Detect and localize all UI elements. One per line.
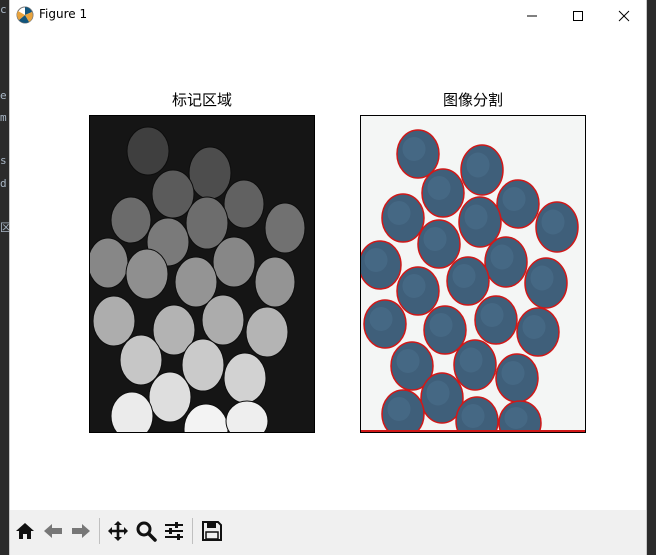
ide-fragment: e <box>0 89 7 102</box>
coin-highlight <box>396 349 420 373</box>
label-region <box>264 202 306 254</box>
minimize-icon <box>527 15 537 16</box>
figure-window: Figure 1 标记区域 图像分割 <box>9 0 647 555</box>
right-axes-segmentation-image <box>360 115 586 433</box>
zoom-icon <box>136 521 157 542</box>
ide-fragment: m <box>0 111 7 124</box>
coin-highlight <box>459 347 483 373</box>
ide-fragment: c <box>0 3 7 16</box>
forward-button[interactable] <box>68 518 94 544</box>
coin-highlight <box>387 201 411 225</box>
coin-highlight <box>541 209 565 235</box>
ide-fragment: d <box>0 177 7 190</box>
coin-highlight <box>461 404 485 428</box>
label-region <box>254 256 296 308</box>
coin-highlight <box>423 227 447 251</box>
label-region <box>223 179 265 229</box>
coin-highlight <box>427 176 451 200</box>
coin-highlight <box>364 248 388 272</box>
coin-highlight <box>464 204 488 230</box>
zoom-button[interactable] <box>133 518 159 544</box>
coin-highlight <box>502 187 526 211</box>
label-region <box>148 371 192 423</box>
coin-highlight <box>480 303 504 327</box>
label-region <box>188 146 232 200</box>
coin-highlight <box>501 361 525 385</box>
label-region <box>181 338 225 392</box>
label-region <box>92 295 136 347</box>
coin-highlight <box>369 307 393 331</box>
label-region <box>212 236 256 288</box>
navigation-toolbar <box>10 510 646 555</box>
coin-highlight <box>429 313 453 337</box>
figure-canvas[interactable]: 标记区域 图像分割 <box>10 31 646 510</box>
forward-arrow-icon <box>72 524 90 538</box>
move-icon <box>108 521 128 541</box>
label-image <box>90 116 314 432</box>
left-subplot-title: 标记区域 <box>171 91 232 109</box>
sliders-icon <box>165 522 183 540</box>
label-region <box>223 352 267 404</box>
maximize-button[interactable] <box>555 0 601 31</box>
coin-highlight <box>452 264 476 288</box>
title-bar[interactable]: Figure 1 <box>10 0 646 31</box>
label-region <box>119 334 163 386</box>
window-title: Figure 1 <box>39 7 88 21</box>
label-region <box>151 169 195 219</box>
save-icon <box>202 521 222 541</box>
pan-button[interactable] <box>105 518 131 544</box>
home-icon <box>16 523 34 539</box>
coin-highlight <box>402 137 426 161</box>
save-button[interactable] <box>199 518 225 544</box>
label-region <box>201 294 245 346</box>
coin-highlight <box>466 152 490 178</box>
toolbar-separator <box>99 518 100 544</box>
maximize-icon <box>573 10 583 21</box>
minimize-button[interactable] <box>509 0 555 31</box>
ide-fragment: s <box>0 154 7 167</box>
matplotlib-logo-icon <box>16 6 34 24</box>
label-region <box>125 248 169 300</box>
coin-highlight <box>530 265 554 291</box>
coin-highlight <box>522 315 546 339</box>
home-button[interactable] <box>12 518 38 544</box>
background-ide-editor: c e m s d 区 <box>0 0 11 555</box>
label-region <box>245 306 289 358</box>
label-region <box>110 196 152 244</box>
back-button[interactable] <box>40 518 66 544</box>
coin-highlight <box>426 380 450 406</box>
toolbar-separator <box>192 518 193 544</box>
back-arrow-icon <box>44 524 62 538</box>
coin-highlight <box>402 274 426 298</box>
configure-subplots-button[interactable] <box>161 518 187 544</box>
coin-highlight <box>490 244 514 270</box>
close-button[interactable] <box>601 0 647 31</box>
close-icon <box>618 10 630 21</box>
left-axes-label-image <box>89 115 315 433</box>
coin-highlight <box>387 397 411 421</box>
label-region <box>90 237 129 289</box>
right-subplot-title: 图像分割 <box>442 91 503 109</box>
segmentation-image <box>361 116 585 432</box>
coin-highlight <box>504 407 528 429</box>
label-region <box>126 126 170 176</box>
